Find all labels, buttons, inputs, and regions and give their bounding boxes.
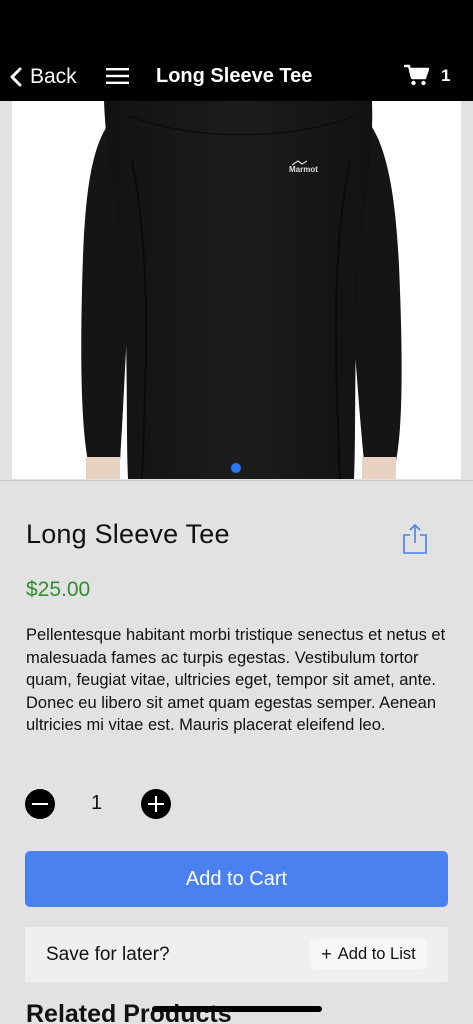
product-image-gallery[interactable]: Marmot xyxy=(0,101,473,481)
shopping-cart-icon xyxy=(403,63,430,92)
quantity-stepper: 1 xyxy=(25,789,175,819)
brand-print: Marmot xyxy=(289,165,318,174)
product-title: Long Sleeve Tee xyxy=(26,519,230,549)
add-to-cart-button[interactable]: Add to Cart xyxy=(25,851,448,907)
share-icon xyxy=(402,523,428,559)
menu-button[interactable] xyxy=(106,67,130,85)
product-image: Marmot xyxy=(12,101,461,479)
black-long-sleeve-tee-photo: Marmot xyxy=(12,101,461,479)
plus-icon: + xyxy=(321,944,332,964)
divider xyxy=(0,480,473,481)
increment-button[interactable] xyxy=(141,789,171,819)
cart-button[interactable] xyxy=(403,63,430,92)
cart-count-badge: 1 xyxy=(441,66,451,85)
save-for-later-row: Save for later? + Add to List xyxy=(25,927,448,982)
share-button[interactable] xyxy=(402,523,428,555)
related-products-heading: Related Products xyxy=(26,1000,232,1024)
status-bar xyxy=(0,0,473,55)
product-description: Pellentesque habitant morbi tristique se… xyxy=(26,626,446,735)
chevron-left-icon xyxy=(10,67,22,87)
decrement-button[interactable] xyxy=(25,789,55,819)
save-for-later-label: Save for later? xyxy=(46,944,170,965)
hamburger-menu-icon xyxy=(106,68,130,89)
product-price: $25.00 xyxy=(26,578,91,601)
back-label: Back xyxy=(30,65,77,88)
home-indicator[interactable] xyxy=(152,1006,322,1012)
navigation-bar: Back Long Sleeve Tee 1 xyxy=(0,55,473,101)
nav-title: Long Sleeve Tee xyxy=(156,65,313,87)
add-to-list-label: Add to List xyxy=(337,944,416,963)
add-to-cart-label: Add to Cart xyxy=(185,867,288,890)
quantity-value: 1 xyxy=(91,792,103,814)
add-to-list-button[interactable]: + Add to List xyxy=(310,939,427,969)
gallery-page-indicator[interactable] xyxy=(231,463,241,473)
back-button[interactable]: Back xyxy=(10,63,77,91)
